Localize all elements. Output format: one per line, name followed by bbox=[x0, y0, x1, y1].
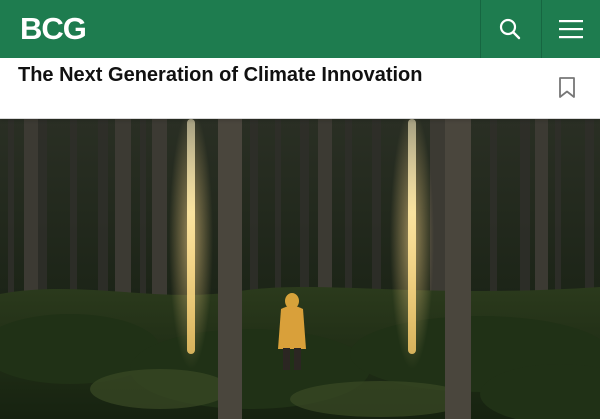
hamburger-menu-icon bbox=[559, 20, 583, 39]
top-navigation-bar: BCG bbox=[0, 0, 600, 58]
bookmark-icon[interactable] bbox=[558, 77, 576, 99]
hero-image bbox=[0, 119, 600, 419]
article-title: The Next Generation of Climate Innovatio… bbox=[18, 64, 423, 86]
search-icon bbox=[499, 18, 521, 40]
forest-scene bbox=[0, 119, 600, 419]
search-button[interactable] bbox=[480, 0, 539, 58]
article-title-bar: The Next Generation of Climate Innovatio… bbox=[0, 58, 600, 119]
bcg-logo[interactable]: BCG bbox=[20, 11, 87, 47]
menu-button[interactable] bbox=[541, 0, 600, 58]
